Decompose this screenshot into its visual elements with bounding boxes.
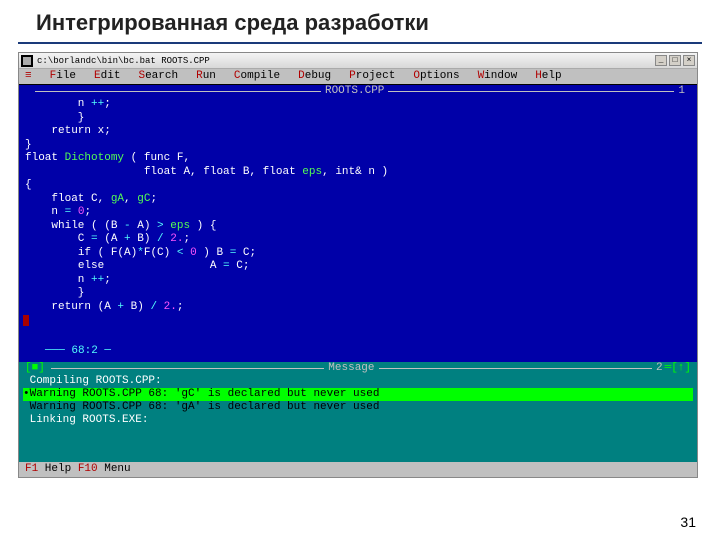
message-line[interactable]: Linking ROOTS.EXE: [23, 414, 693, 427]
menu-item[interactable]: ≡ [25, 70, 32, 83]
status-f1-label: Help [38, 463, 78, 475]
message-line[interactable]: •Warning ROOTS.CPP 68: 'gC' is declared … [23, 388, 693, 401]
maximize-button[interactable]: □ [669, 55, 681, 66]
menu-item[interactable]: Search [138, 70, 178, 83]
menu-item[interactable]: Edit [94, 70, 120, 83]
statusbar: F1 Help F10 Menu [19, 462, 697, 477]
minimize-button[interactable]: _ [655, 55, 667, 66]
editor-panel-frame: ROOTS.CPP 1 [23, 85, 693, 98]
panel-close-icon[interactable]: [■] [25, 362, 45, 375]
message-line[interactable]: Compiling ROOTS.CPP: [23, 375, 693, 388]
menubar[interactable]: ≡ File Edit Search Run Compile Debug Project Opt… [19, 69, 697, 85]
close-button[interactable]: × [683, 55, 695, 66]
menu-item[interactable]: Run [196, 70, 216, 83]
editor-window-number: 1 [678, 85, 685, 98]
slide-title: Интегрированная среда разработки [18, 0, 702, 44]
menu-item[interactable]: Options [413, 70, 459, 83]
text-cursor [23, 315, 29, 326]
editor-filename: ROOTS.CPP [325, 85, 384, 98]
panel-handle-icon[interactable]: ═[↑] [665, 362, 691, 375]
message-window-number: 2 [656, 362, 663, 375]
code-editor[interactable]: ROOTS.CPP 1 n ++; } return x;}float Dich… [19, 85, 697, 362]
os-titlebar[interactable]: c:\borlandc\bin\bc.bat ROOTS.CPP _ □ × [19, 53, 697, 69]
menu-item[interactable]: Project [349, 70, 395, 83]
status-f10-label: Menu [98, 463, 131, 475]
ide-window: c:\borlandc\bin\bc.bat ROOTS.CPP _ □ × ≡… [18, 52, 698, 478]
message-line[interactable]: Warning ROOTS.CPP 68: 'gA' is declared b… [23, 401, 693, 414]
code-area[interactable]: n ++; } return x;}float Dichotomy ( func… [23, 98, 693, 314]
message-panel[interactable]: [■] Message 2 ═[↑] Compiling ROOTS.CPP:•… [19, 362, 697, 462]
tui-root: ≡ File Edit Search Run Compile Debug Project Opt… [19, 69, 697, 477]
editor-status-cursorpos: ─── 68:2 ─ [23, 345, 693, 358]
status-f10-hotkey[interactable]: F10 [78, 463, 98, 475]
message-title: Message [328, 362, 374, 375]
menu-item[interactable]: File [50, 70, 76, 83]
cursor-row [23, 314, 693, 327]
message-panel-frame: [■] Message 2 ═[↑] [23, 362, 693, 375]
app-icon [21, 55, 33, 67]
status-f1-hotkey[interactable]: F1 [25, 463, 38, 475]
menu-item[interactable]: Window [478, 70, 518, 83]
menu-item[interactable]: Debug [298, 70, 331, 83]
window-title: c:\borlandc\bin\bc.bat ROOTS.CPP [37, 56, 210, 66]
menu-item[interactable]: Help [535, 70, 561, 83]
page-number: 31 [680, 514, 696, 530]
menu-item[interactable]: Compile [234, 70, 280, 83]
